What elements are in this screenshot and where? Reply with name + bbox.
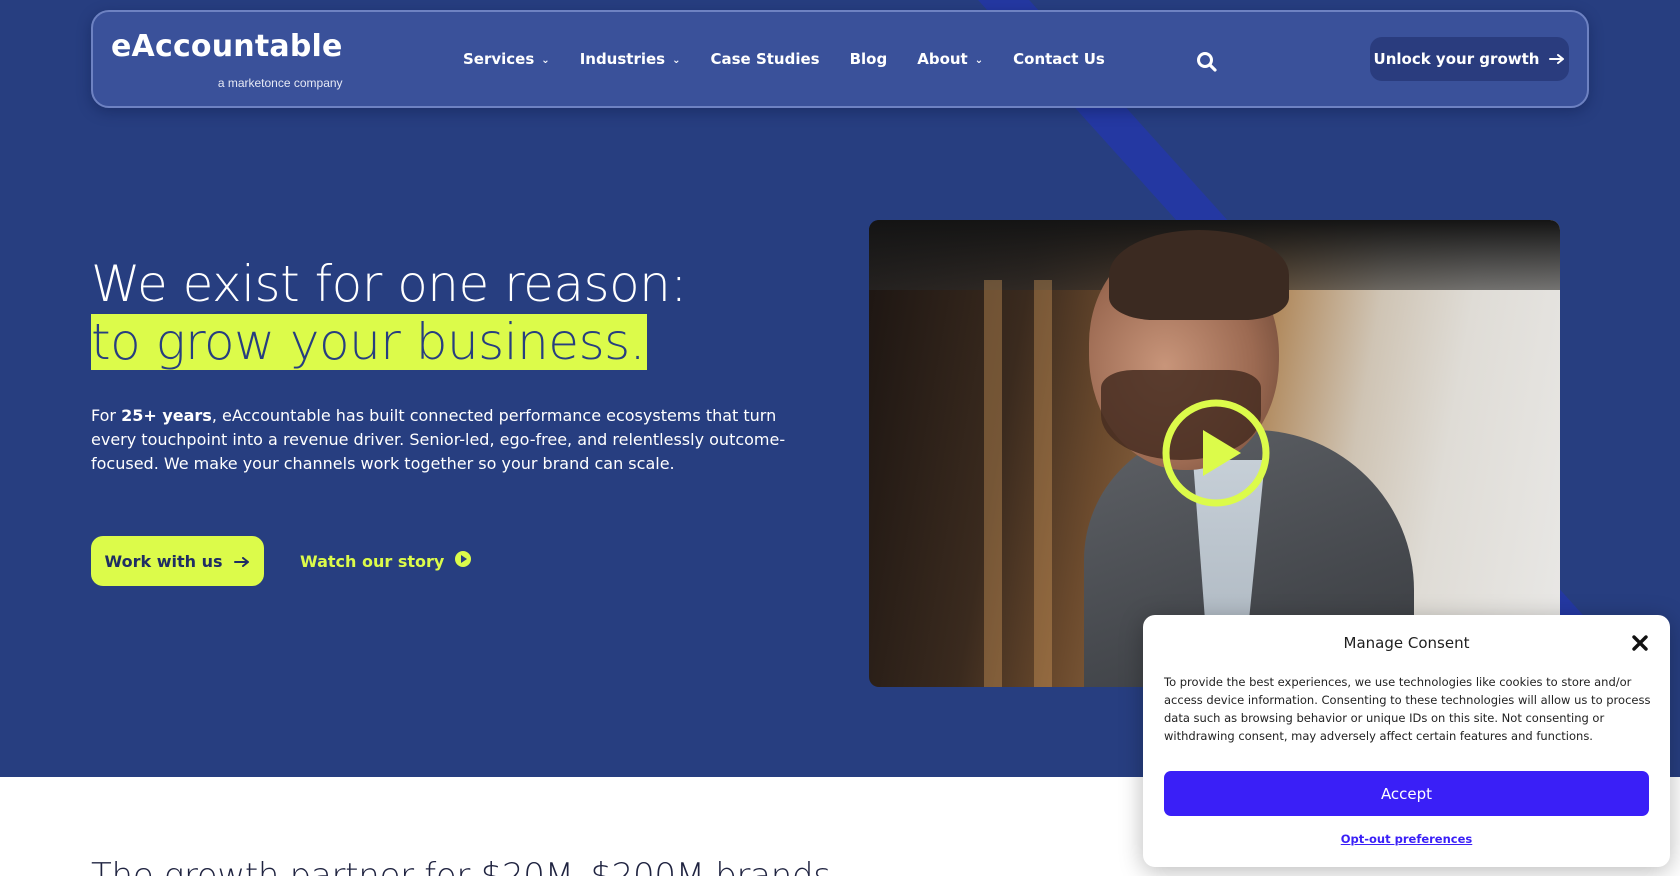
nav-label: About — [917, 50, 968, 68]
headline-line-2: to grow your business. — [91, 313, 648, 371]
hero-intro: For 25+ years, eAccountable has built co… — [91, 404, 791, 476]
arrow-right-icon — [1549, 50, 1565, 68]
video-speaker — [1109, 230, 1289, 320]
video-backdrop — [984, 280, 1002, 687]
arrow-right-icon — [234, 552, 250, 571]
opt-out-link[interactable]: Opt-out preferences — [1143, 832, 1670, 846]
watch-story-link[interactable]: Watch our story — [300, 550, 472, 572]
nav-label: Contact Us — [1013, 50, 1105, 68]
chevron-down-icon: ⌄ — [541, 54, 550, 66]
play-icon[interactable] — [1161, 398, 1271, 508]
navbar: eAccountable a marketonce company Servic… — [91, 10, 1589, 108]
intro-prefix: For — [91, 406, 122, 425]
play-circle-icon — [454, 550, 472, 572]
video-backdrop — [1034, 280, 1052, 687]
logo-tagline: a marketonce company — [217, 76, 343, 90]
consent-body: To provide the best experiences, we use … — [1164, 675, 1651, 743]
logo[interactable]: eAccountable a marketonce company — [111, 29, 343, 91]
nav-label: Services — [463, 50, 535, 68]
nav-item-services[interactable]: Services ⌄ — [463, 50, 550, 68]
headline-line-1: We exist for one reason: — [91, 255, 687, 313]
nav-item-contact[interactable]: Contact Us — [1013, 50, 1105, 68]
section-heading: The growth partner for $20M–$200M brands — [91, 856, 831, 876]
intro-bold: 25+ years — [121, 406, 212, 425]
search-icon[interactable] — [1194, 49, 1220, 75]
work-with-us-button[interactable]: Work with us — [91, 536, 264, 586]
cta-label: Unlock your growth — [1373, 50, 1540, 68]
main-nav: Services ⌄ Industries ⌄ Case Studies Blo… — [463, 50, 1135, 68]
nav-item-case-studies[interactable]: Case Studies — [711, 50, 820, 68]
nav-label: Industries — [579, 50, 666, 68]
nav-item-blog[interactable]: Blog — [850, 50, 888, 68]
accept-button[interactable]: Accept — [1164, 771, 1649, 816]
hero-headline: We exist for one reason: to grow your bu… — [91, 255, 687, 371]
logo-name: eAccountable — [111, 29, 343, 64]
chevron-down-icon: ⌄ — [672, 54, 681, 66]
nav-label: Blog — [849, 50, 888, 68]
button-label: Work with us — [104, 551, 223, 571]
nav-label: Case Studies — [710, 50, 820, 68]
consent-dialog: Manage Consent To provide the best exper… — [1143, 615, 1670, 867]
consent-title: Manage Consent — [1343, 634, 1470, 652]
close-icon[interactable] — [1629, 632, 1651, 654]
nav-item-about[interactable]: About ⌄ — [917, 50, 983, 68]
link-label: Watch our story — [300, 551, 445, 571]
nav-item-industries[interactable]: Industries ⌄ — [580, 50, 681, 68]
unlock-growth-button[interactable]: Unlock your growth — [1370, 37, 1569, 81]
chevron-down-icon: ⌄ — [974, 54, 984, 66]
